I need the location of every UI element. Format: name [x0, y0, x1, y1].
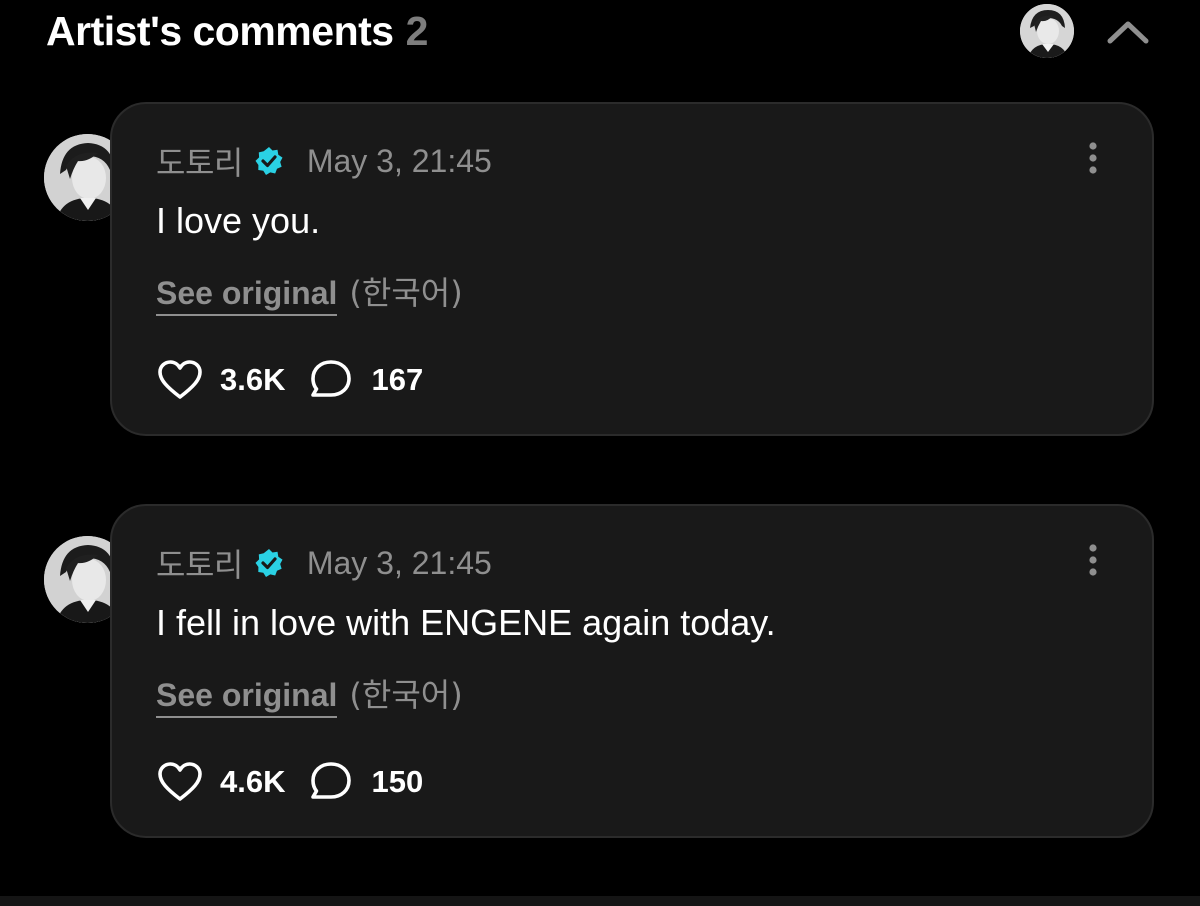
reply-count: 167: [371, 362, 424, 397]
comments-header: Artist's comments 2: [0, 0, 1200, 70]
verified-badge-icon: [253, 547, 285, 579]
kebab-menu-icon: [1089, 544, 1097, 576]
like-count: 3.6K: [220, 362, 286, 397]
section-title-label: Artist's comments: [46, 8, 394, 54]
author-name[interactable]: 도토리: [156, 138, 243, 184]
original-language: (한국어): [349, 676, 463, 714]
kebab-menu-icon: [1089, 142, 1097, 174]
comment-count: 2: [405, 8, 429, 54]
avatar-portrait-icon: [1020, 4, 1074, 58]
heart-icon: [156, 356, 204, 404]
translation-row: See original (한국어): [156, 268, 463, 316]
comment-text: I love you.: [156, 200, 321, 241]
see-original-link[interactable]: See original: [156, 677, 338, 718]
original-language: (한국어): [349, 274, 463, 312]
comment-item: 도토리 May 3, 21:45 I love you. See origina…: [0, 102, 1200, 442]
section-title: Artist's comments 2: [46, 8, 428, 55]
author-name[interactable]: 도토리: [156, 540, 243, 586]
bottom-divider: [0, 896, 1200, 906]
comment-timestamp: May 3, 21:45: [306, 142, 492, 179]
like-count: 4.6K: [220, 764, 286, 799]
comment-text: I fell in love with ENGENE again today.: [156, 602, 776, 643]
speech-bubble-icon: [307, 758, 355, 806]
comment-item: 도토리 May 3, 21:45 I fell in love with ENG…: [0, 504, 1200, 844]
translation-row: See original (한국어): [156, 670, 463, 718]
more-options-button[interactable]: [1078, 138, 1108, 178]
reply-button[interactable]: 167: [307, 356, 423, 404]
comment-timestamp: May 3, 21:45: [306, 544, 492, 581]
comment-bubble: 도토리 May 3, 21:45 I love you. See origina…: [110, 102, 1154, 436]
heart-icon: [156, 758, 204, 806]
comment-bubble: 도토리 May 3, 21:45 I fell in love with ENG…: [110, 504, 1154, 838]
comment-meta: 도토리 May 3, 21:45: [156, 138, 492, 184]
comment-meta: 도토리 May 3, 21:45: [156, 540, 492, 586]
speech-bubble-icon: [307, 356, 355, 404]
chevron-up-icon: [1107, 21, 1149, 44]
more-options-button[interactable]: [1078, 540, 1108, 580]
reply-count: 150: [371, 764, 424, 799]
like-button[interactable]: 4.6K: [156, 758, 285, 806]
verified-badge-icon: [253, 145, 285, 177]
like-button[interactable]: 3.6K: [156, 356, 285, 404]
comment-stats: 4.6K 150: [156, 758, 423, 806]
comment-stats: 3.6K 167: [156, 356, 423, 404]
reply-button[interactable]: 150: [307, 758, 423, 806]
see-original-link[interactable]: See original: [156, 275, 338, 316]
artist-avatar[interactable]: [1020, 4, 1074, 58]
collapse-button[interactable]: [1104, 12, 1152, 52]
